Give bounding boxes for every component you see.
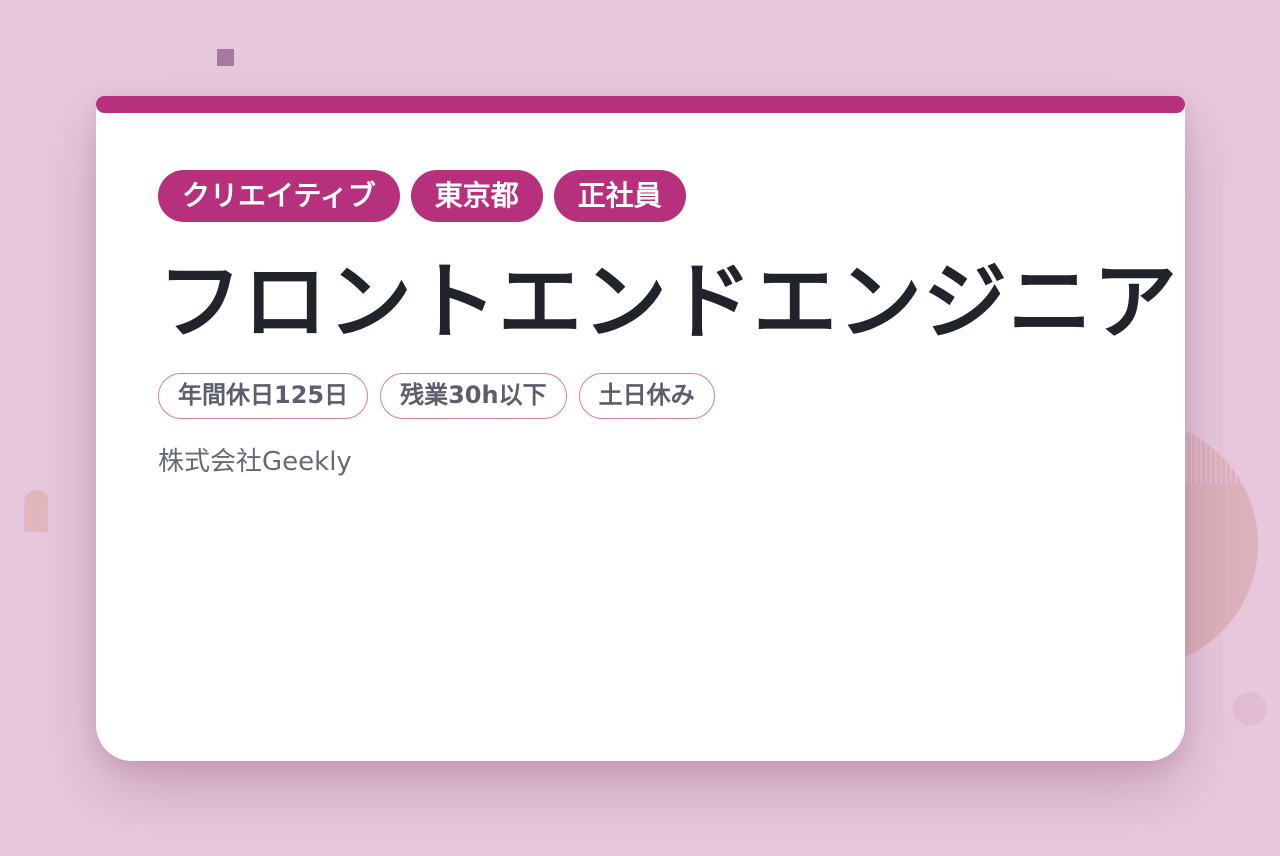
tag-category: クリエイティブ	[158, 170, 400, 222]
condition-weekends-off: 土日休み	[578, 373, 715, 419]
decorative-circle	[1233, 692, 1267, 726]
tag-location: 東京都	[410, 170, 543, 222]
job-card[interactable]: クリエイティブ 東京都 正社員 フロントエンドエンジニア 年間休日125日 残業…	[96, 96, 1185, 761]
company-name: 株式会社Geekly	[158, 447, 352, 477]
job-title: フロントエンドエンジニア	[158, 253, 1179, 351]
condition-holidays: 年間休日125日	[158, 373, 369, 419]
job-tags: クリエイティブ 東京都 正社員	[158, 170, 686, 222]
tag-employment-type: 正社員	[553, 170, 686, 222]
condition-overtime: 残業30h以下	[380, 373, 567, 419]
card-accent-bar	[96, 96, 1185, 113]
job-conditions: 年間休日125日 残業30h以下 土日休み	[158, 373, 715, 419]
decorative-square	[217, 49, 234, 66]
decorative-pill-shape	[24, 490, 48, 532]
